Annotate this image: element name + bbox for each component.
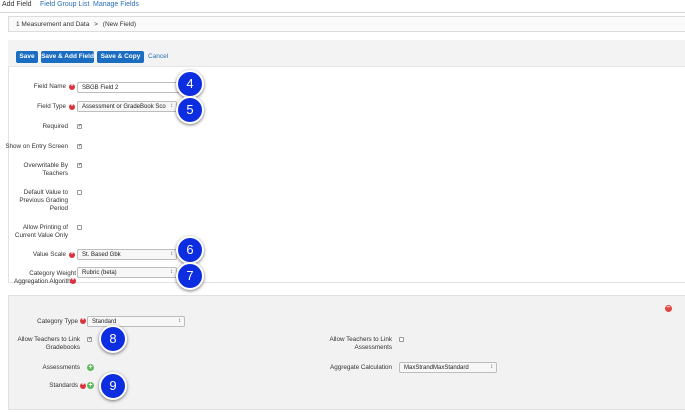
breadcrumb-separator: > [94, 21, 98, 28]
assessments-label: Assessments [42, 364, 80, 371]
remove-icon[interactable]: – [665, 304, 672, 312]
tab-field-group-list[interactable]: Field Group List [40, 1, 89, 8]
aggregate-calculation-value: MaxStrandMaxStandard [404, 365, 469, 371]
callout-badge-7: 7 [176, 262, 204, 290]
show-entry-label: Show on Entry Screen [5, 143, 68, 150]
required-star-icon: * [69, 104, 75, 110]
callout-badge-5: 5 [176, 96, 204, 124]
callout-badge-9: 9 [99, 372, 127, 400]
link-assessments-label: Allow Teachers to Link Assessments [329, 336, 392, 351]
select-arrows-icon: ↕ [178, 318, 181, 324]
required-star-icon: * [70, 278, 76, 284]
required-checkbox[interactable]: ✓ [77, 124, 82, 129]
link-assessments-checkbox[interactable] [399, 337, 404, 342]
tab-add-field[interactable]: Add Field [2, 1, 32, 8]
default-prev-label: Default Value to Previous Grading Period [19, 189, 68, 212]
value-scale-select[interactable]: St. Based Gbk ↕ [77, 249, 177, 260]
field-name-label: Field Name [33, 83, 66, 90]
allow-print-label: Allow Printing of Current Value Only [14, 224, 68, 239]
value-scale-label: Value Scale [32, 251, 66, 258]
category-weight-label: Category Weight Aggregation Algorithm [14, 270, 76, 285]
required-label: Required [42, 123, 68, 130]
add-standard-icon[interactable]: + [87, 382, 94, 389]
save-button[interactable]: Save [16, 51, 38, 63]
field-type-label: Field Type [37, 103, 66, 110]
save-add-field-button[interactable]: Save & Add Field [41, 51, 94, 63]
breadcrumb-parent[interactable]: 1 Measurement and Data [16, 21, 89, 28]
allow-print-checkbox[interactable] [77, 225, 82, 230]
standards-label: Standards [49, 382, 78, 389]
select-arrows-icon: ↕ [490, 364, 493, 370]
form-panel [8, 40, 685, 283]
callout-badge-8: 8 [99, 325, 127, 353]
add-assessment-icon[interactable]: + [87, 364, 94, 371]
category-weight-select[interactable]: Rubric (beta) ↕ [77, 267, 177, 278]
overwritable-label: Overwritable By Teachers [23, 162, 68, 177]
required-star-icon: * [80, 318, 86, 324]
link-gradebooks-checkbox[interactable]: ✓ [87, 337, 92, 342]
field-name-input[interactable]: SBGB Field 2 [77, 82, 187, 93]
value-scale-value: St. Based Gbk [82, 252, 121, 258]
required-star-icon: * [69, 84, 75, 90]
link-gradebooks-label: Allow Teachers to Link Gradebooks [17, 336, 80, 351]
callout-badge-4: 4 [176, 70, 204, 98]
top-tab-bar: Add Field Field Group List Manage Fields [0, 0, 685, 13]
required-star-icon: * [69, 252, 75, 258]
breadcrumb-current: (New Field) [102, 21, 137, 28]
overwritable-checkbox[interactable]: ✓ [77, 163, 82, 168]
save-copy-button[interactable]: Save & Copy [97, 51, 144, 63]
breadcrumb: 1 Measurement and Data > (New Field) [8, 16, 685, 32]
show-entry-checkbox[interactable]: ✓ [77, 144, 82, 149]
required-star-icon: * [80, 383, 86, 389]
field-type-value: Assessment or GradeBook Sco [82, 104, 166, 110]
tab-manage-fields[interactable]: Manage Fields [93, 1, 139, 8]
select-arrows-icon: ↕ [170, 251, 173, 257]
category-weight-value: Rubric (beta) [82, 270, 117, 276]
category-type-label: Category Type [37, 318, 78, 325]
field-type-select[interactable]: Assessment or GradeBook Sco ↕ [77, 101, 177, 112]
aggregate-calculation-label: Aggregate Calculation [330, 364, 392, 371]
default-prev-checkbox[interactable] [77, 190, 82, 195]
select-arrows-icon: ↕ [170, 269, 173, 275]
category-type-select[interactable]: Standard ↕ [87, 316, 185, 327]
select-arrows-icon: ↕ [170, 103, 173, 109]
callout-badge-6: 6 [176, 236, 204, 264]
aggregate-calculation-select[interactable]: MaxStrandMaxStandard ↕ [399, 362, 497, 373]
cancel-link[interactable]: Cancel [148, 53, 168, 60]
